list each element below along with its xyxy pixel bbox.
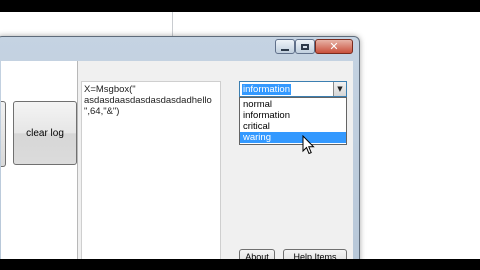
title-bar[interactable]: ✕ <box>0 37 359 57</box>
dropdown-option-information[interactable]: information <box>240 110 346 121</box>
chevron-down-icon[interactable]: ▼ <box>333 82 346 96</box>
partial-button[interactable] <box>1 101 6 167</box>
log-panel: clear log <box>1 61 78 267</box>
maximize-button[interactable] <box>295 39 315 54</box>
window-client-area: clear log X=Msgbox(" asdasdaasdasdasdasd… <box>1 61 353 267</box>
video-letterbox-top <box>0 0 480 12</box>
mouse-pointer-icon <box>302 135 315 155</box>
close-button[interactable]: ✕ <box>315 39 353 54</box>
combobox-selected-value: information <box>242 84 291 95</box>
dropdown-option-critical[interactable]: critical <box>240 121 346 132</box>
video-letterbox-bottom <box>0 259 480 270</box>
clear-log-button[interactable]: clear log <box>13 101 77 165</box>
maximize-icon <box>301 43 309 50</box>
message-type-dropdown-list: normal information critical waring <box>239 97 347 145</box>
minimize-icon <box>281 48 289 51</box>
dropdown-option-waring[interactable]: waring <box>240 132 346 143</box>
message-type-combobox[interactable]: information ▼ <box>239 81 347 97</box>
close-icon: ✕ <box>329 40 339 53</box>
minimize-button[interactable] <box>275 39 295 54</box>
dropdown-option-normal[interactable]: normal <box>240 99 346 110</box>
code-textbox[interactable]: X=Msgbox(" asdasdaasdasdasdasdadhello ",… <box>81 81 221 267</box>
